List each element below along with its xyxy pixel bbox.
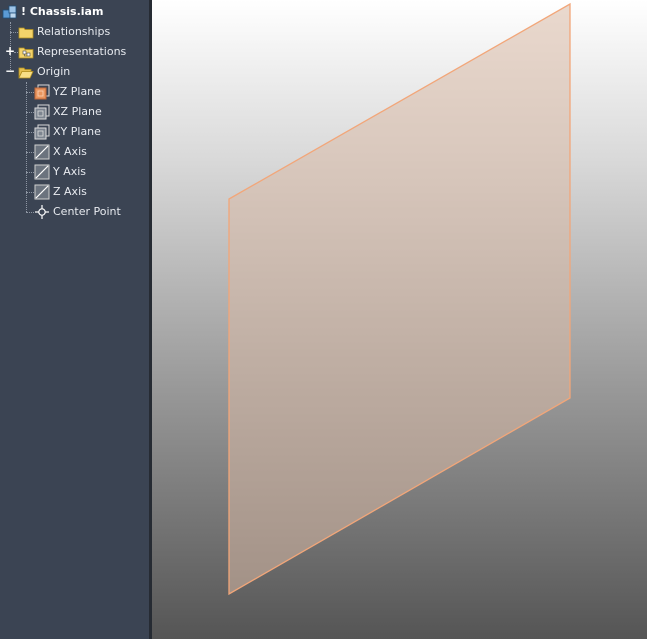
work-axis-icon xyxy=(34,184,50,200)
work-axis-icon xyxy=(34,164,50,180)
center-point-icon xyxy=(34,204,50,220)
browser-item-label: Center Point xyxy=(53,205,121,218)
tree-line xyxy=(26,112,34,113)
browser-item-y-axis[interactable]: Y Axis xyxy=(34,163,86,181)
work-plane-highlighted-icon xyxy=(34,84,50,100)
tree-line xyxy=(26,152,34,153)
browser-item-label: Z Axis xyxy=(53,185,87,198)
model-browser: ! Chassis.iam Relationships + Representa… xyxy=(0,0,149,639)
work-plane-icon xyxy=(34,124,50,140)
root-label: ! Chassis.iam xyxy=(21,5,104,18)
browser-item-label: Origin xyxy=(37,65,71,78)
browser-item-xz-plane[interactable]: XZ Plane xyxy=(34,103,102,121)
work-plane-icon xyxy=(34,104,50,120)
tree-line xyxy=(26,132,34,133)
browser-item-x-axis[interactable]: X Axis xyxy=(34,143,87,161)
tree-line xyxy=(10,32,18,33)
browser-item-origin[interactable]: Origin xyxy=(18,63,70,81)
browser-item-label: X Axis xyxy=(53,145,87,158)
folder-open-icon xyxy=(18,64,34,80)
browser-item-label: XZ Plane xyxy=(53,105,102,118)
browser-item-relationships[interactable]: Relationships xyxy=(18,23,110,41)
tree-line xyxy=(26,192,34,193)
collapse-origin-toggle[interactable]: − xyxy=(5,65,15,77)
graphics-viewport[interactable] xyxy=(152,0,647,639)
assembly-icon xyxy=(2,4,18,20)
browser-root-node[interactable]: ! Chassis.iam xyxy=(2,3,103,21)
yz-plane-polygon[interactable] xyxy=(228,2,571,596)
folder-icon xyxy=(18,24,34,40)
browser-item-label: Y Axis xyxy=(53,165,87,178)
representations-icon xyxy=(18,44,34,60)
tree-line xyxy=(26,92,34,93)
browser-item-label: Relationships xyxy=(37,25,111,38)
yz-work-plane-graphic[interactable] xyxy=(152,0,647,639)
browser-item-representations[interactable]: Representations xyxy=(18,43,126,61)
browser-item-z-axis[interactable]: Z Axis xyxy=(34,183,87,201)
tree-line xyxy=(26,212,34,213)
work-axis-icon xyxy=(34,144,50,160)
tree-line xyxy=(26,172,34,173)
browser-item-label: YZ Plane xyxy=(53,85,101,98)
browser-item-yz-plane[interactable]: YZ Plane xyxy=(34,83,101,101)
expand-representations-toggle[interactable]: + xyxy=(5,45,15,57)
browser-item-label: Representations xyxy=(37,45,127,58)
browser-item-center-point[interactable]: Center Point xyxy=(34,203,121,221)
browser-item-label: XY Plane xyxy=(53,125,101,138)
browser-item-xy-plane[interactable]: XY Plane xyxy=(34,123,101,141)
